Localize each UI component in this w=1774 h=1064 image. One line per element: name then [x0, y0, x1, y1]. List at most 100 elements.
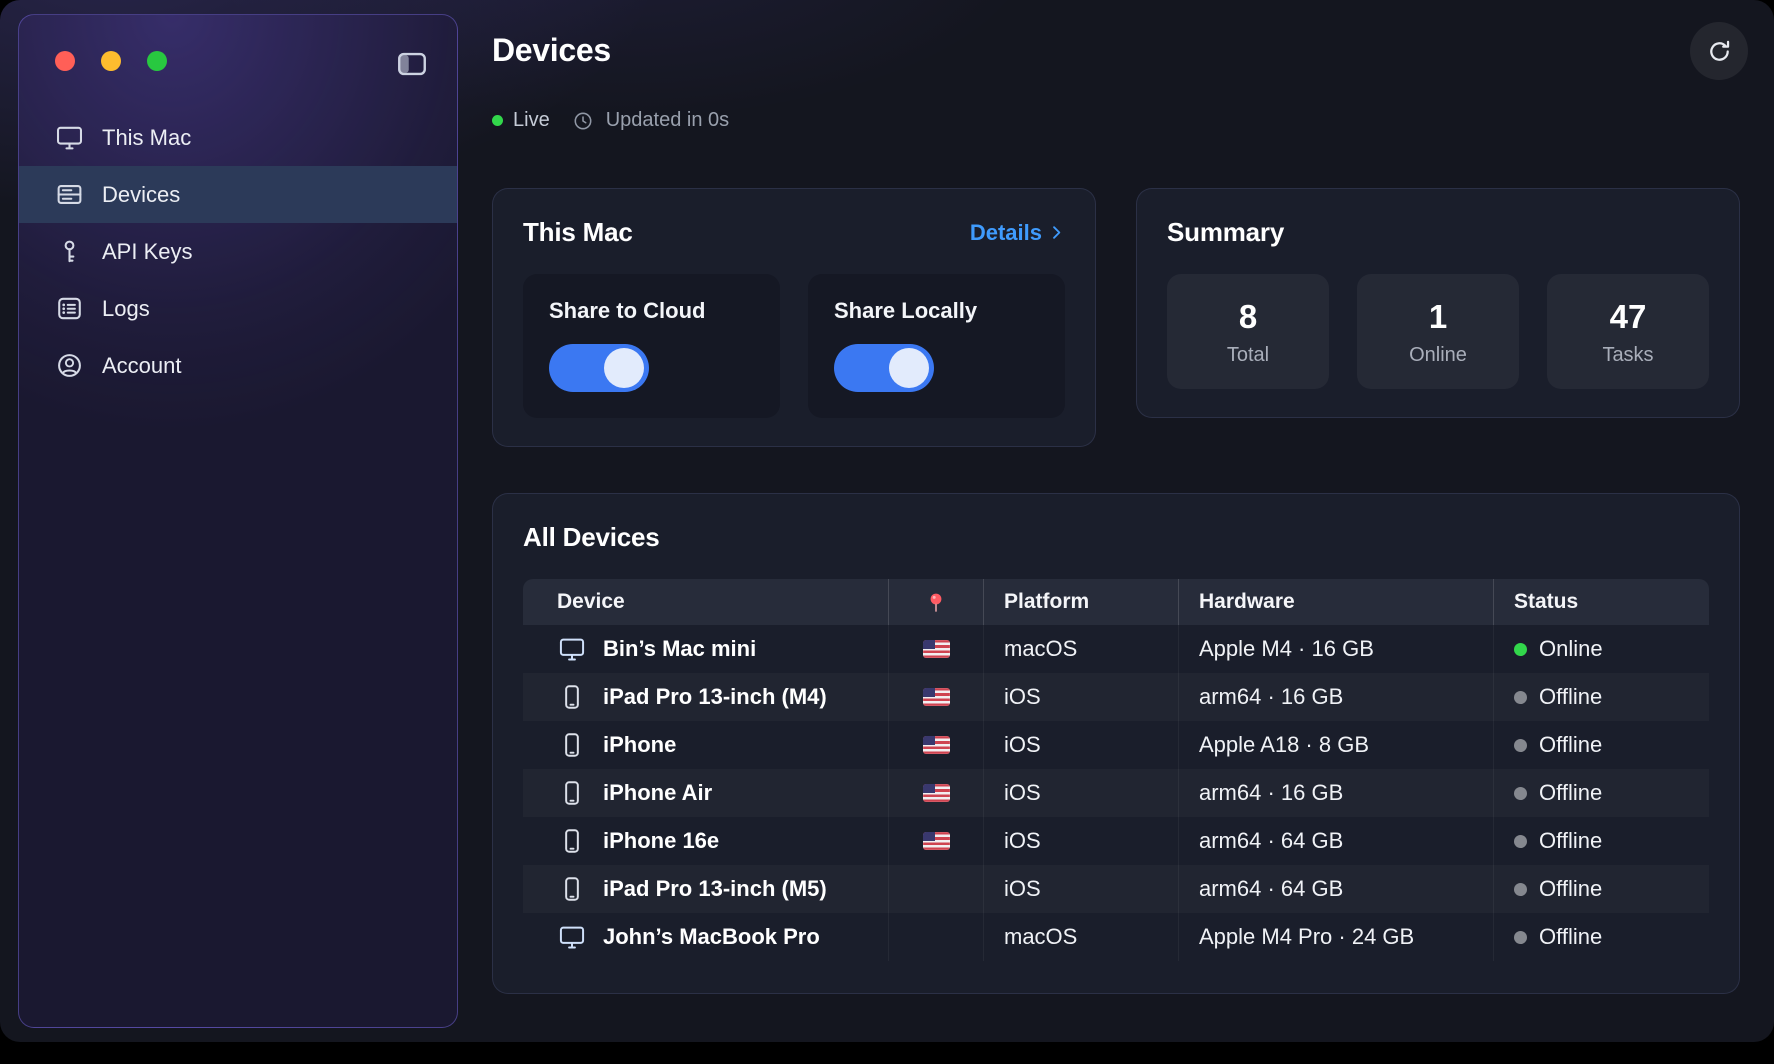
table-row[interactable]: iPhone 16e iOS arm64 · 64 GB Offline	[523, 817, 1709, 865]
status-badge: Offline	[1539, 780, 1602, 806]
device-name: Bin’s Mac mini	[603, 636, 756, 662]
sidebar-item-devices[interactable]: Devices	[19, 166, 457, 223]
sidebar-item-label: API Keys	[102, 239, 192, 265]
close-button[interactable]	[55, 51, 75, 71]
status-badge: Online	[1539, 636, 1603, 662]
sidebar-item-label: This Mac	[102, 125, 191, 151]
status-dot	[1514, 739, 1527, 752]
zoom-button[interactable]	[147, 51, 167, 71]
sidebar-icon	[395, 47, 429, 81]
this-mac-card-title: This Mac	[523, 217, 633, 248]
page-title: Devices	[492, 32, 1740, 69]
table-row[interactable]: iPhone iOS Apple A18 · 8 GB Offline	[523, 721, 1709, 769]
stat-tasks-label: Tasks	[1547, 344, 1709, 367]
status-dot	[1514, 691, 1527, 704]
sidebar-item-logs[interactable]: Logs	[19, 280, 457, 337]
share-locally-tile: Share Locally	[808, 274, 1065, 418]
status-dot	[1514, 931, 1527, 944]
stat-total-label: Total	[1167, 344, 1329, 367]
column-header-hardware: Hardware	[1178, 579, 1493, 625]
table-row[interactable]: iPad Pro 13-inch (M5) iOS arm64 · 64 GB …	[523, 865, 1709, 913]
device-hardware: Apple M4 · 16 GB	[1178, 625, 1493, 673]
minimize-button[interactable]	[101, 51, 121, 71]
table-body: Bin’s Mac mini macOS Apple M4 · 16 GB On…	[523, 625, 1709, 961]
device-platform: macOS	[983, 625, 1178, 673]
sidebar-item-account[interactable]: Account	[19, 337, 457, 394]
column-header-device: Device	[523, 579, 888, 625]
details-link[interactable]: Details	[970, 220, 1065, 246]
device-hardware: Apple A18 · 8 GB	[1178, 721, 1493, 769]
sidebar-toggle-button[interactable]	[393, 47, 431, 81]
status-badge: Offline	[1539, 924, 1602, 950]
column-header-platform: Platform	[983, 579, 1178, 625]
devices-table: Device Platform Hardware Status Bin’s Ma…	[523, 579, 1709, 961]
device-name: iPad Pro 13-inch (M5)	[603, 876, 827, 902]
share-to-cloud-toggle[interactable]	[549, 344, 649, 392]
table-row[interactable]: iPad Pro 13-inch (M4) iOS arm64 · 16 GB …	[523, 673, 1709, 721]
this-mac-card: This Mac Details Share to Cloud Share	[492, 188, 1096, 447]
device-name: iPhone Air	[603, 780, 712, 806]
status-badge: Offline	[1539, 684, 1602, 710]
device-hardware: arm64 · 64 GB	[1178, 865, 1493, 913]
devices-icon	[55, 180, 84, 209]
sidebar-item-label: Account	[102, 353, 182, 379]
account-icon	[55, 351, 84, 380]
status-badge: Offline	[1539, 876, 1602, 902]
iphone-icon	[557, 731, 587, 759]
sidebar-nav: This Mac Devices API Keys Logs Account	[19, 109, 457, 394]
stat-online-label: Online	[1357, 344, 1519, 367]
stat-total-value: 8	[1167, 298, 1329, 336]
stat-online: 1 Online	[1357, 274, 1519, 389]
iphone-icon	[557, 779, 587, 807]
pin-icon	[926, 591, 946, 613]
device-name: John’s MacBook Pro	[603, 924, 820, 950]
sidebar-item-api-keys[interactable]: API Keys	[19, 223, 457, 280]
stat-online-value: 1	[1357, 298, 1519, 336]
stat-tasks: 47 Tasks	[1547, 274, 1709, 389]
refresh-button[interactable]	[1690, 22, 1748, 80]
ipad-icon	[557, 875, 587, 903]
clock-icon	[572, 110, 594, 132]
device-name: iPhone 16e	[603, 828, 719, 854]
summary-card: Summary 8 Total 1 Online 47 Tasks	[1136, 188, 1740, 418]
chevron-right-icon	[1048, 224, 1065, 241]
window-controls	[19, 15, 457, 71]
sidebar-item-this-mac[interactable]: This Mac	[19, 109, 457, 166]
display-icon	[557, 635, 587, 663]
key-icon	[55, 237, 84, 266]
live-dot	[492, 115, 503, 126]
table-row[interactable]: iPhone Air iOS arm64 · 16 GB Offline	[523, 769, 1709, 817]
sidebar: This Mac Devices API Keys Logs Account	[18, 14, 458, 1028]
device-hardware: arm64 · 16 GB	[1178, 673, 1493, 721]
share-locally-label: Share Locally	[834, 298, 1039, 324]
toggle-knob	[889, 348, 929, 388]
column-header-status: Status	[1493, 579, 1709, 625]
device-hardware: Apple M4 Pro · 24 GB	[1178, 913, 1493, 961]
device-name: iPhone	[603, 732, 676, 758]
table-row[interactable]: John’s MacBook Pro macOS Apple M4 Pro · …	[523, 913, 1709, 961]
all-devices-card: All Devices Device Platform Hardware Sta…	[492, 493, 1740, 994]
device-name: iPad Pro 13-inch (M4)	[603, 684, 827, 710]
share-to-cloud-label: Share to Cloud	[549, 298, 754, 324]
us-flag-icon	[923, 640, 950, 658]
us-flag-icon	[923, 784, 950, 802]
table-row[interactable]: Bin’s Mac mini macOS Apple M4 · 16 GB On…	[523, 625, 1709, 673]
status-badge: Offline	[1539, 732, 1602, 758]
table-header: Device Platform Hardware Status	[523, 579, 1709, 625]
display-icon	[557, 923, 587, 951]
summary-card-title: Summary	[1167, 217, 1284, 248]
details-label: Details	[970, 220, 1042, 246]
device-platform: iOS	[983, 769, 1178, 817]
sidebar-item-label: Devices	[102, 182, 180, 208]
share-to-cloud-tile: Share to Cloud	[523, 274, 780, 418]
updated-label: Updated in 0s	[606, 109, 729, 132]
device-platform: iOS	[983, 865, 1178, 913]
status-row: Live Updated in 0s	[492, 109, 1740, 132]
status-badge: Offline	[1539, 828, 1602, 854]
status-dot	[1514, 835, 1527, 848]
iphone-icon	[557, 827, 587, 855]
device-platform: iOS	[983, 817, 1178, 865]
logs-icon	[55, 294, 84, 323]
us-flag-icon	[923, 832, 950, 850]
share-locally-toggle[interactable]	[834, 344, 934, 392]
